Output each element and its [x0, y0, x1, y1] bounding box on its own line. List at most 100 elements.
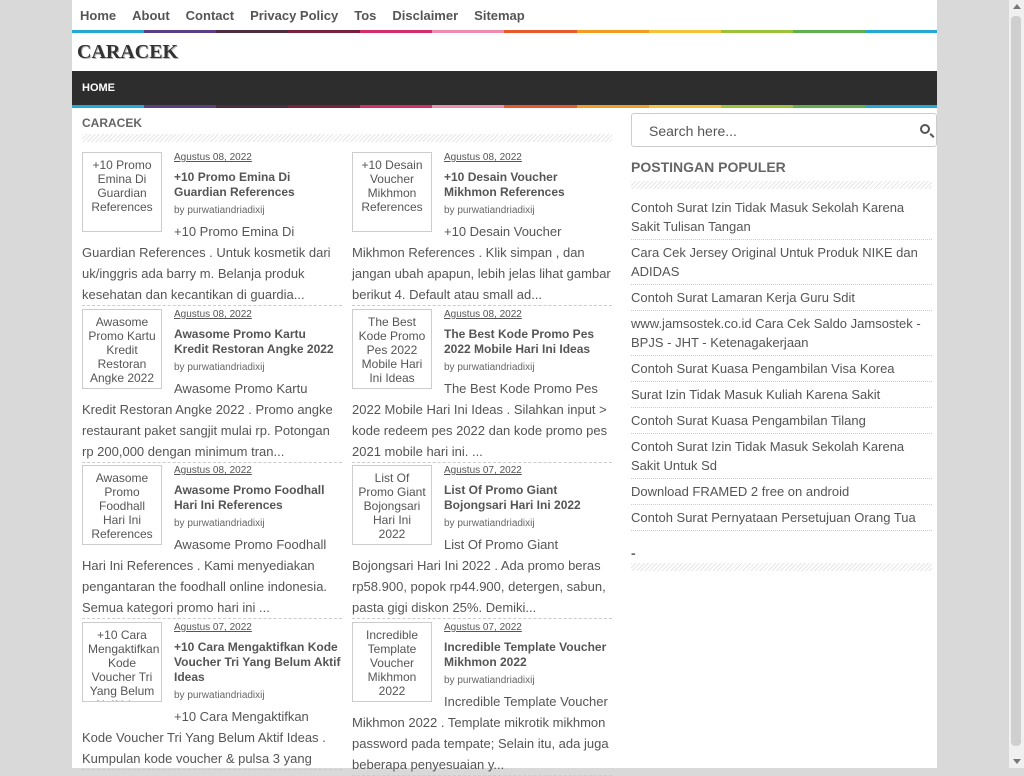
post-author: by purwatiandriadixij [174, 690, 265, 701]
search-icon[interactable] [920, 124, 930, 134]
rainbow-segment [864, 30, 937, 33]
post-excerpt: +10 Promo Emina Di Guardian References .… [82, 224, 331, 302]
rainbow-divider-2 [72, 105, 937, 108]
topnav-home[interactable]: Home [80, 8, 116, 23]
sidebar: POSTINGAN POPULER Contoh Surat Izin Tida… [631, 113, 937, 571]
rainbow-segment [432, 30, 505, 33]
post-thumbnail[interactable]: +10 Desain Voucher Mikhmon References [352, 152, 432, 232]
topnav-about[interactable]: About [132, 8, 170, 23]
rainbow-segment [864, 105, 937, 108]
popular-post-link[interactable]: Surat Izin Tidak Masuk Kuliah Karena Sak… [631, 382, 932, 408]
post-date[interactable]: Agustus 08, 2022 [174, 309, 342, 323]
post-date[interactable]: Agustus 07, 2022 [174, 622, 342, 636]
rainbow-segment [288, 30, 361, 33]
post-author: by purwatiandriadixij [444, 675, 535, 686]
search-input[interactable] [647, 122, 911, 140]
post-title[interactable]: +10 Desain Voucher Mikhmon References [444, 170, 612, 200]
post-card: List Of Promo Giant Bojongsari Hari Ini … [352, 465, 612, 619]
popular-post-link[interactable]: Cara Cek Jersey Original Untuk Produk NI… [631, 240, 932, 285]
rainbow-segment [72, 105, 145, 108]
post-excerpt: Awasome Promo Foodhall Hari Ini Referenc… [82, 537, 328, 615]
section-divider [82, 134, 612, 142]
post-title[interactable]: Incredible Template Voucher Mikhmon 2022 [444, 640, 612, 670]
topnav-sitemap[interactable]: Sitemap [474, 8, 525, 23]
post-card: Incredible Template Voucher Mikhmon 2022… [352, 622, 612, 776]
post-date[interactable]: Agustus 08, 2022 [444, 152, 612, 166]
search-box [631, 113, 937, 147]
rainbow-segment [648, 30, 721, 33]
post-title[interactable]: +10 Cara Mengaktifkan Kode Voucher Tri Y… [174, 640, 342, 685]
rainbow-divider [72, 30, 937, 33]
popular-post-link[interactable]: Contoh Surat Lamaran Kerja Guru Sdit [631, 285, 932, 311]
rainbow-segment [576, 30, 649, 33]
post-excerpt: Awasome Promo Kartu Kredit Restoran Angk… [82, 381, 333, 459]
rainbow-segment [216, 30, 289, 33]
post-card: +10 Desain Voucher Mikhmon References Agu… [352, 152, 612, 306]
post-date[interactable]: Agustus 07, 2022 [444, 622, 612, 636]
post-title[interactable]: Awasome Promo Foodhall Hari Ini Referenc… [174, 483, 342, 513]
second-divider [631, 563, 932, 571]
popular-post-link[interactable]: Contoh Surat Izin Tidak Masuk Sekolah Ka… [631, 434, 932, 479]
post-excerpt: Incredible Template Voucher Mikhmon 2022… [352, 694, 609, 772]
scroll-down-icon[interactable] [1013, 759, 1021, 764]
popular-post-link[interactable]: Download FRAMED 2 free on android [631, 479, 932, 505]
post-author: by purwatiandriadixij [444, 518, 535, 529]
rainbow-segment [648, 105, 721, 108]
topnav-disclaimer[interactable]: Disclaimer [392, 8, 458, 23]
rainbow-segment [720, 30, 793, 33]
popular-post-link[interactable]: Contoh Surat Izin Tidak Masuk Sekolah Ka… [631, 195, 932, 240]
post-thumbnail[interactable]: Awasome Promo Foodhall Hari Ini Referenc… [82, 465, 162, 545]
scrollbar-thumb[interactable] [1011, 16, 1021, 746]
topnav-privacy-policy[interactable]: Privacy Policy [250, 8, 338, 23]
post-card: Awasome Promo Foodhall Hari Ini Referenc… [82, 465, 342, 619]
post-date[interactable]: Agustus 07, 2022 [444, 465, 612, 479]
rainbow-segment [792, 30, 865, 33]
rainbow-segment [720, 105, 793, 108]
popular-post-link[interactable]: Contoh Surat Kuasa Pengambilan Visa Kore… [631, 356, 932, 382]
post-thumbnail[interactable]: +10 Cara Mengaktifkan Kode Voucher Tri Y… [82, 622, 162, 702]
post-title[interactable]: List Of Promo Giant Bojongsari Hari Ini … [444, 483, 612, 513]
rainbow-segment [360, 30, 433, 33]
post-thumbnail[interactable]: List Of Promo Giant Bojongsari Hari Ini … [352, 465, 432, 545]
post-excerpt: +10 Cara Mengaktifkan Kode Voucher Tri Y… [82, 709, 326, 766]
post-date[interactable]: Agustus 08, 2022 [174, 152, 342, 166]
post-author: by purwatiandriadixij [174, 205, 265, 216]
rainbow-segment [432, 105, 505, 108]
popular-post-link[interactable]: Contoh Surat Kuasa Pengambilan Tilang [631, 408, 932, 434]
topnav-contact[interactable]: Contact [186, 8, 234, 23]
post-date[interactable]: Agustus 08, 2022 [444, 309, 612, 323]
rainbow-segment [360, 105, 433, 108]
post-author: by purwatiandriadixij [444, 205, 535, 216]
post-thumbnail[interactable]: +10 Promo Emina Di Guardian References [82, 152, 162, 232]
rainbow-segment [72, 30, 145, 33]
popular-heading: POSTINGAN POPULER [631, 159, 786, 175]
scrollbar[interactable] [1009, 0, 1024, 768]
topnav-tos[interactable]: Tos [354, 8, 376, 23]
post-author: by purwatiandriadixij [174, 518, 265, 529]
rainbow-segment [144, 105, 217, 108]
scroll-up-icon[interactable] [1013, 4, 1021, 9]
popular-post-link[interactable]: www.jamsostek.co.id Cara Cek Saldo Jamso… [631, 311, 932, 356]
popular-post-link[interactable]: Contoh Surat Pernyataan Persetujuan Oran… [631, 505, 932, 531]
post-date[interactable]: Agustus 08, 2022 [174, 465, 342, 479]
post-card: +10 Promo Emina Di Guardian References Ag… [82, 152, 342, 306]
main-content: CARACEK +10 Promo Emina Di Guardian Refe… [82, 110, 612, 776]
post-title[interactable]: The Best Kode Promo Pes 2022 Mobile Hari… [444, 327, 612, 357]
post-thumbnail[interactable]: The Best Kode Promo Pes 2022 Mobile Hari… [352, 309, 432, 389]
post-title[interactable]: +10 Promo Emina Di Guardian References [174, 170, 342, 200]
main-nav-home[interactable]: HOME [82, 82, 115, 94]
site-header: CARACEK [72, 33, 937, 71]
post-title[interactable]: Awasome Promo Kartu Kredit Restoran Angk… [174, 327, 342, 357]
post-author: by purwatiandriadixij [174, 362, 265, 373]
post-thumbnail[interactable]: Awasome Promo Kartu Kredit Restoran Angk… [82, 309, 162, 389]
post-thumbnail[interactable]: Incredible Template Voucher Mikhmon 2022 [352, 622, 432, 702]
rainbow-segment [504, 105, 577, 108]
post-excerpt: List Of Promo Giant Bojongsari Hari Ini … [352, 537, 606, 615]
rainbow-segment [288, 105, 361, 108]
site-title[interactable]: CARACEK [77, 41, 178, 64]
main-nav: HOME [72, 71, 937, 105]
page: Home About Contact Privacy Policy Tos Di… [72, 0, 937, 776]
post-card: The Best Kode Promo Pes 2022 Mobile Hari… [352, 309, 612, 463]
rainbow-segment [144, 30, 217, 33]
post-excerpt: The Best Kode Promo Pes 2022 Mobile Hari… [352, 381, 608, 459]
